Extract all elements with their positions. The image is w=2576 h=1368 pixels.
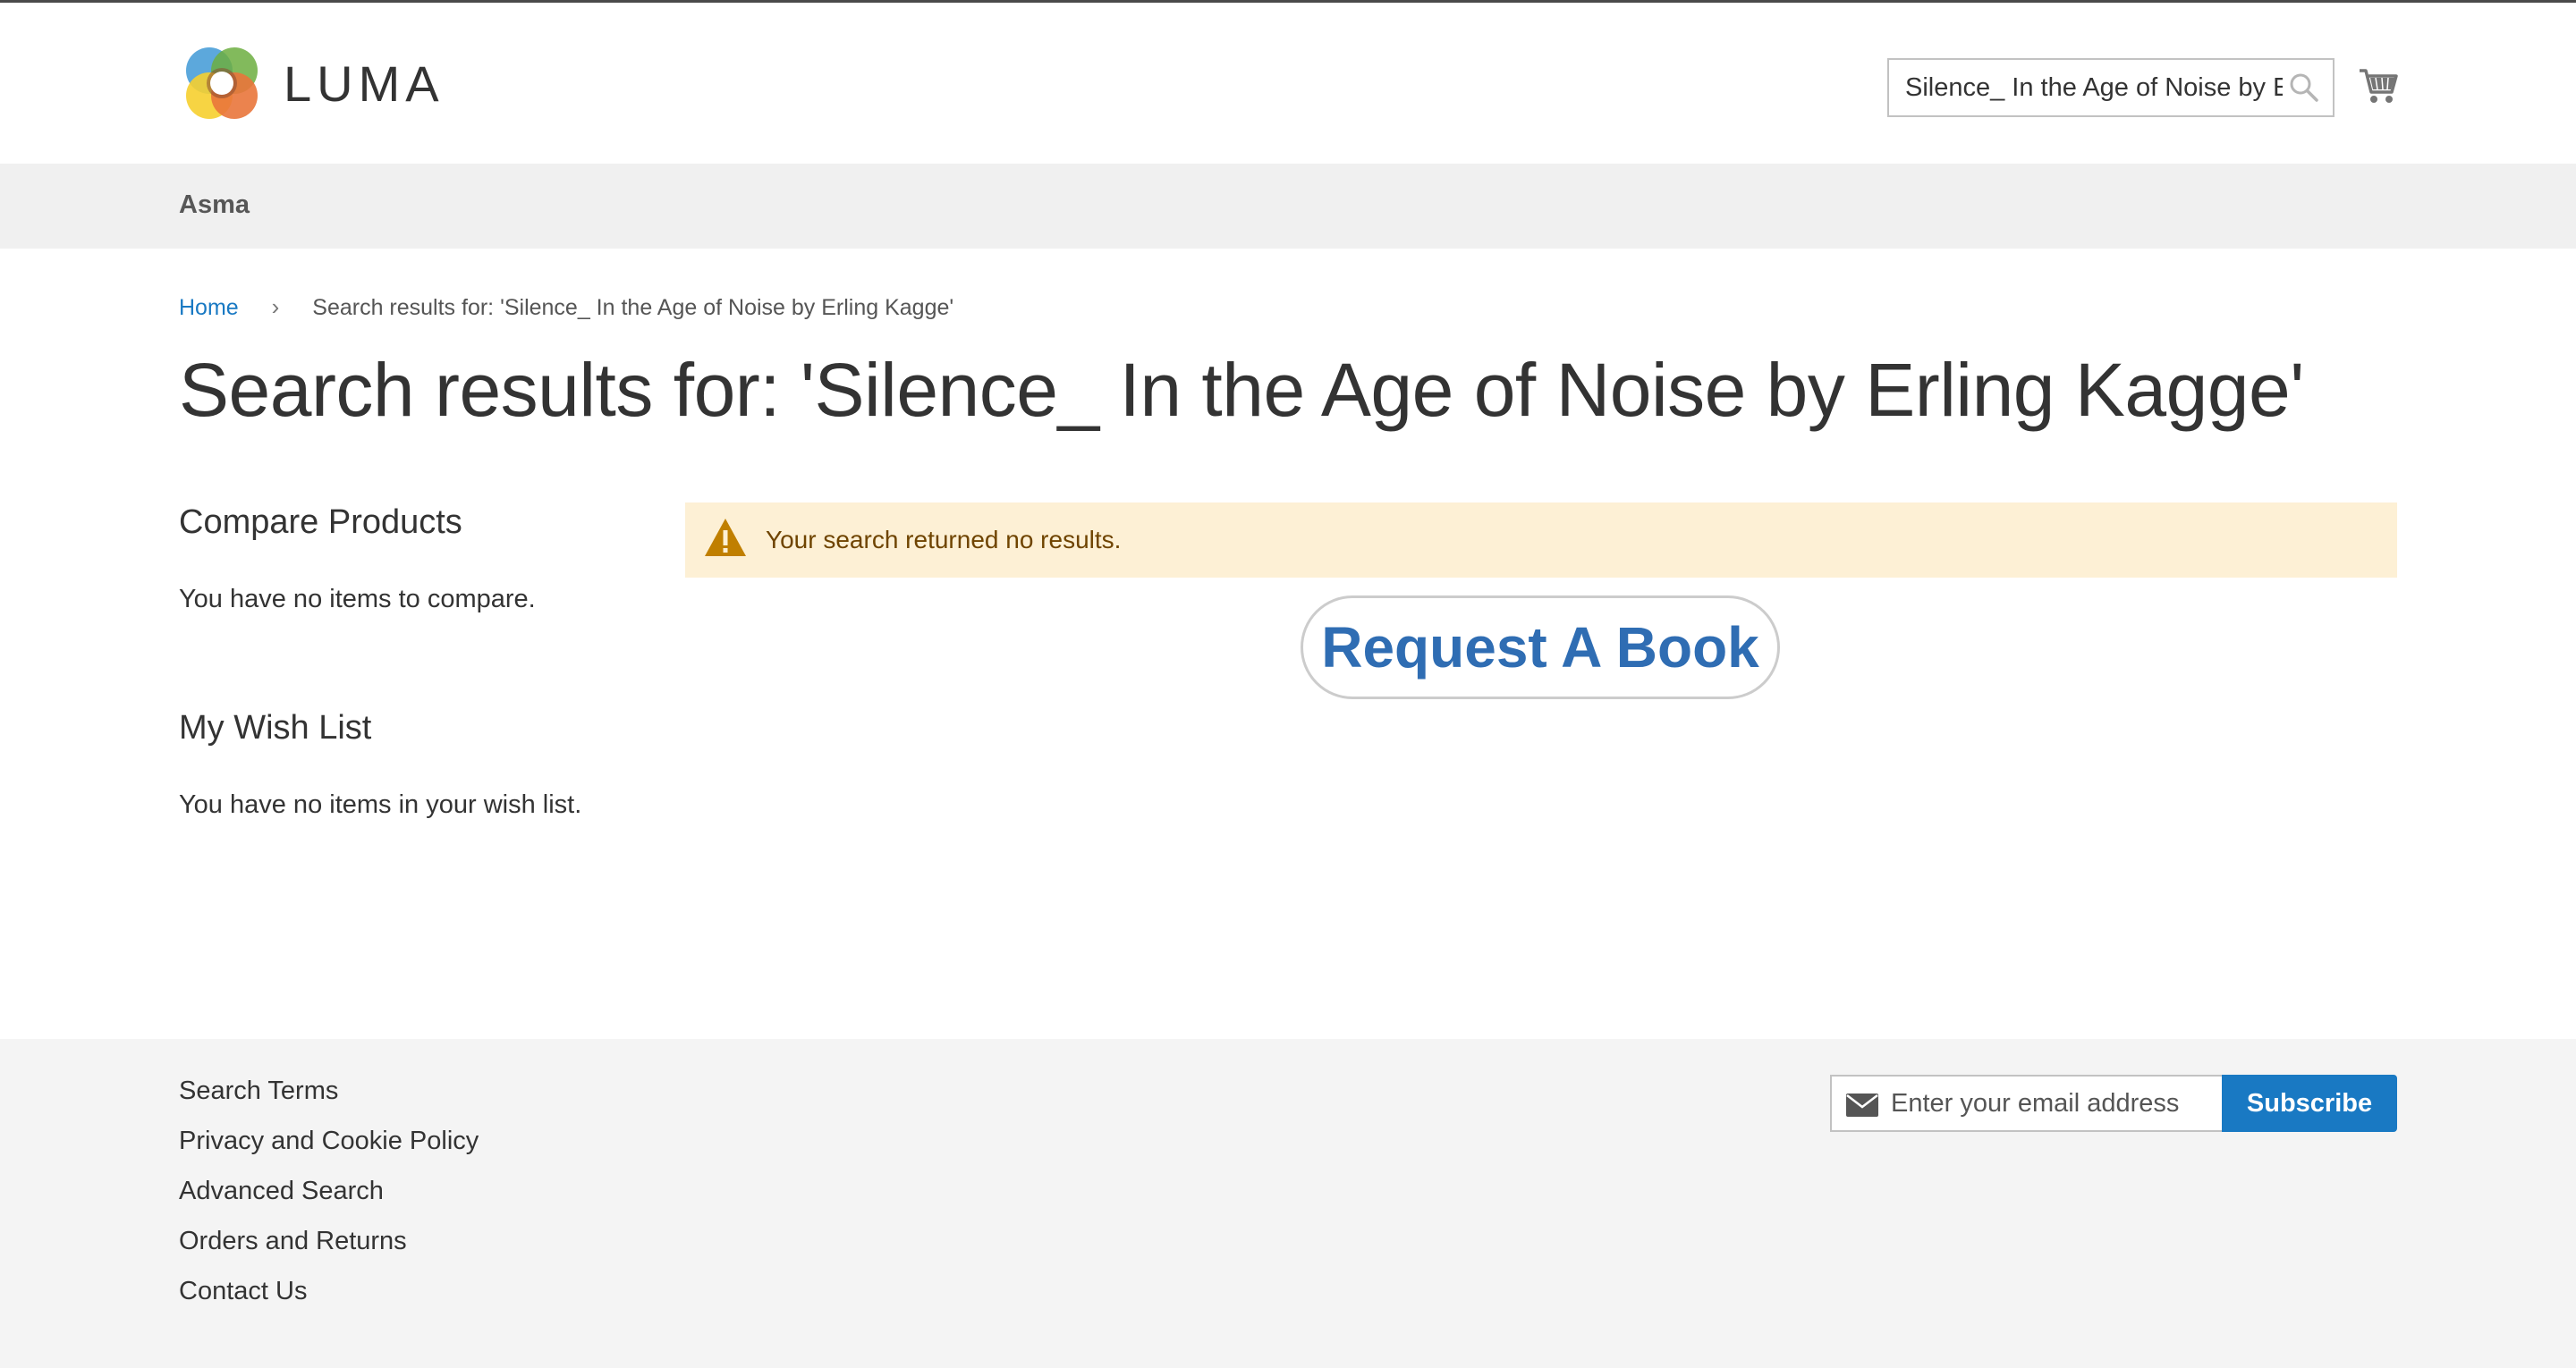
page-title: Search results for: 'Silence_ In the Age… (179, 348, 2304, 432)
newsletter-email-input[interactable] (1891, 1077, 2220, 1130)
cart-icon[interactable] (2358, 65, 2399, 106)
header: LUMA (0, 3, 2576, 164)
footer-link-privacy-policy[interactable]: Privacy and Cookie Policy (179, 1127, 479, 1156)
compare-empty-text: You have no items to compare. (179, 585, 536, 613)
newsletter-field (1830, 1075, 2224, 1132)
mail-icon (1846, 1094, 1878, 1117)
subscribe-button[interactable]: Subscribe (2222, 1075, 2397, 1132)
footer-link-search-terms[interactable]: Search Terms (179, 1077, 338, 1106)
search-input[interactable] (1889, 60, 2283, 115)
search-icon[interactable] (2288, 72, 2320, 104)
wishlist-empty-text: You have no items in your wish list. (179, 790, 582, 819)
footer-link-advanced-search[interactable]: Advanced Search (179, 1177, 384, 1206)
main-nav: Asma (0, 164, 2576, 249)
footer-link-orders-returns[interactable]: Orders and Returns (179, 1227, 407, 1256)
warning-icon (705, 519, 746, 556)
search-box (1887, 58, 2334, 117)
nav-item-asma[interactable]: Asma (179, 190, 250, 220)
footer-link-contact-us[interactable]: Contact Us (179, 1277, 307, 1306)
breadcrumb: Home › Search results for: 'Silence_ In … (179, 293, 953, 321)
chevron-right-icon: › (271, 293, 280, 320)
compare-products-title: Compare Products (179, 503, 462, 541)
request-a-book-button[interactable]: Request A Book (1301, 595, 1780, 699)
footer: Search Terms Privacy and Cookie Policy A… (0, 1039, 2576, 1368)
message-text: Your search returned no results. (766, 526, 1122, 553)
no-results-message: Your search returned no results. (685, 502, 2397, 578)
wishlist-title: My Wish List (179, 709, 372, 747)
logo-text[interactable]: LUMA (284, 55, 445, 113)
breadcrumb-home-link[interactable]: Home (179, 295, 239, 320)
breadcrumb-current: Search results for: 'Silence_ In the Age… (312, 295, 954, 320)
